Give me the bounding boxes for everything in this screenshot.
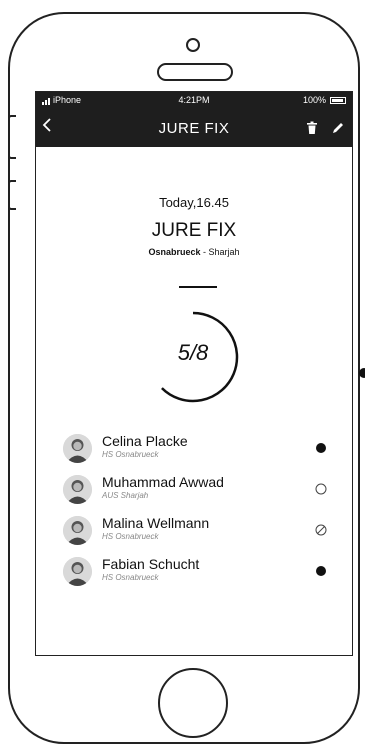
player-org: HS Osnabrueck (102, 573, 159, 582)
earpiece-speaker (157, 63, 233, 81)
divider (179, 286, 217, 288)
avatar (63, 434, 92, 463)
team-separator: - (200, 247, 209, 257)
front-camera (186, 38, 200, 52)
battery-icon (330, 97, 346, 104)
status-bar: iPhone 4:21PM 100% (36, 92, 352, 109)
avatar (63, 516, 92, 545)
player-org: HS Osnabrueck (102, 532, 159, 541)
team-away: Sharjah (208, 247, 240, 257)
side-dot (359, 368, 365, 378)
unavailable-icon[interactable] (315, 523, 327, 536)
list-item[interactable]: Fabian Schucht HS Osnabrueck (63, 555, 333, 591)
player-name: Fabian Schucht (102, 556, 200, 572)
player-name: Celina Placke (102, 433, 188, 449)
filled-dot-icon[interactable] (315, 564, 327, 576)
team-home: Osnabrueck (148, 247, 201, 257)
list-item[interactable]: Malina Wellmann HS Osnabrueck (63, 514, 333, 550)
match-teams: Osnabrueck - Sharjah (36, 247, 352, 257)
filled-dot-icon[interactable] (315, 441, 327, 453)
player-org: AUS Sharjah (102, 491, 149, 500)
list-item[interactable]: Celina Placke HS Osnabrueck (63, 432, 333, 468)
avatar (63, 557, 92, 586)
nav-bar: JURE FIX (36, 109, 352, 147)
player-org: HS Osnabrueck (102, 450, 159, 459)
match-title: JURE FIX (151, 220, 237, 241)
match-datetime: Today,16.45 (159, 195, 229, 210)
player-name: Malina Wellmann (102, 515, 210, 531)
score-text: 5/8 (177, 340, 209, 365)
home-button[interactable] (158, 668, 228, 738)
app-screen: iPhone 4:21PM 100% JURE FIX Today,16.45 … (35, 91, 353, 656)
volume-down-button (8, 180, 16, 210)
avatar (63, 475, 92, 504)
pencil-icon[interactable] (331, 121, 345, 135)
battery-percent: 100% (302, 95, 326, 105)
empty-circle-icon[interactable] (315, 482, 327, 495)
player-name: Muhammad Awwad (102, 474, 224, 490)
nav-title: JURE FIX (158, 120, 230, 137)
volume-up-button (8, 115, 16, 159)
list-item[interactable]: Muhammad Awwad AUS Sharjah (63, 473, 333, 509)
trash-icon[interactable] (306, 121, 318, 135)
